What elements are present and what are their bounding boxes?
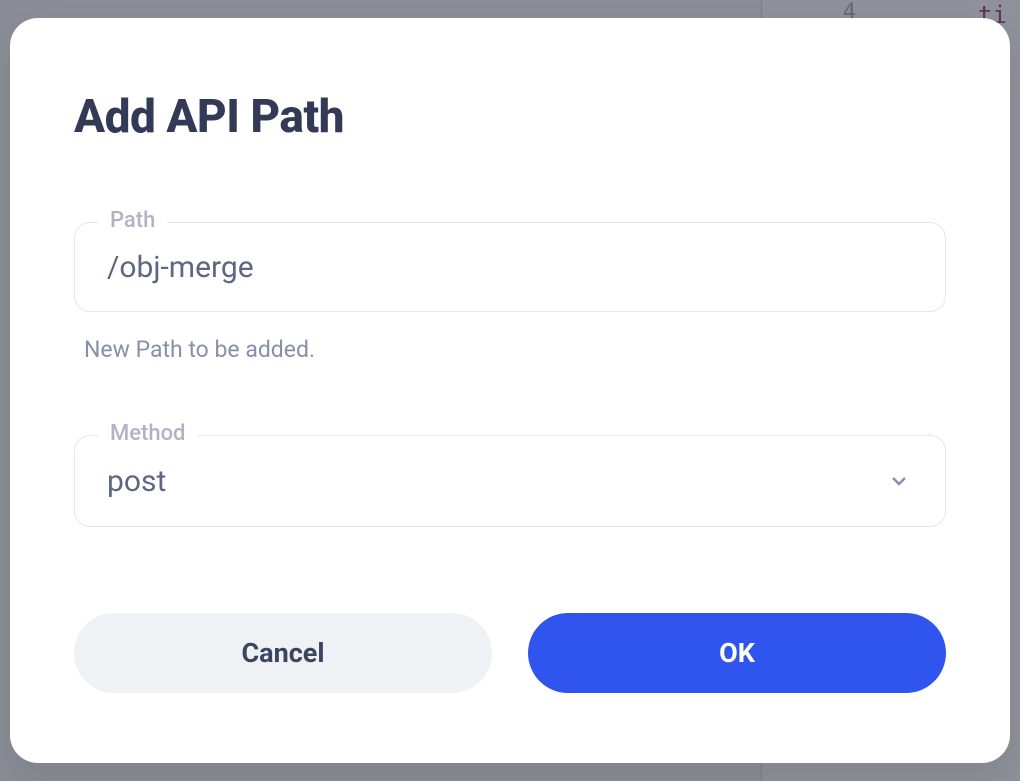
modal-title: Add API Path — [74, 90, 946, 144]
method-field: Method post — [74, 435, 946, 527]
cancel-button[interactable]: Cancel — [74, 613, 492, 693]
path-field: Path — [74, 222, 946, 312]
path-input[interactable] — [74, 222, 946, 312]
path-label: Path — [98, 208, 167, 233]
method-select[interactable]: post — [74, 435, 946, 527]
modal-button-row: Cancel OK — [74, 613, 946, 693]
method-selected-value: post — [107, 464, 885, 499]
add-api-path-modal: Add API Path Path New Path to be added. … — [10, 18, 1010, 763]
chevron-down-icon — [885, 467, 913, 495]
ok-button[interactable]: OK — [528, 613, 946, 693]
path-helper-text: New Path to be added. — [84, 336, 946, 363]
method-label: Method — [98, 421, 197, 446]
